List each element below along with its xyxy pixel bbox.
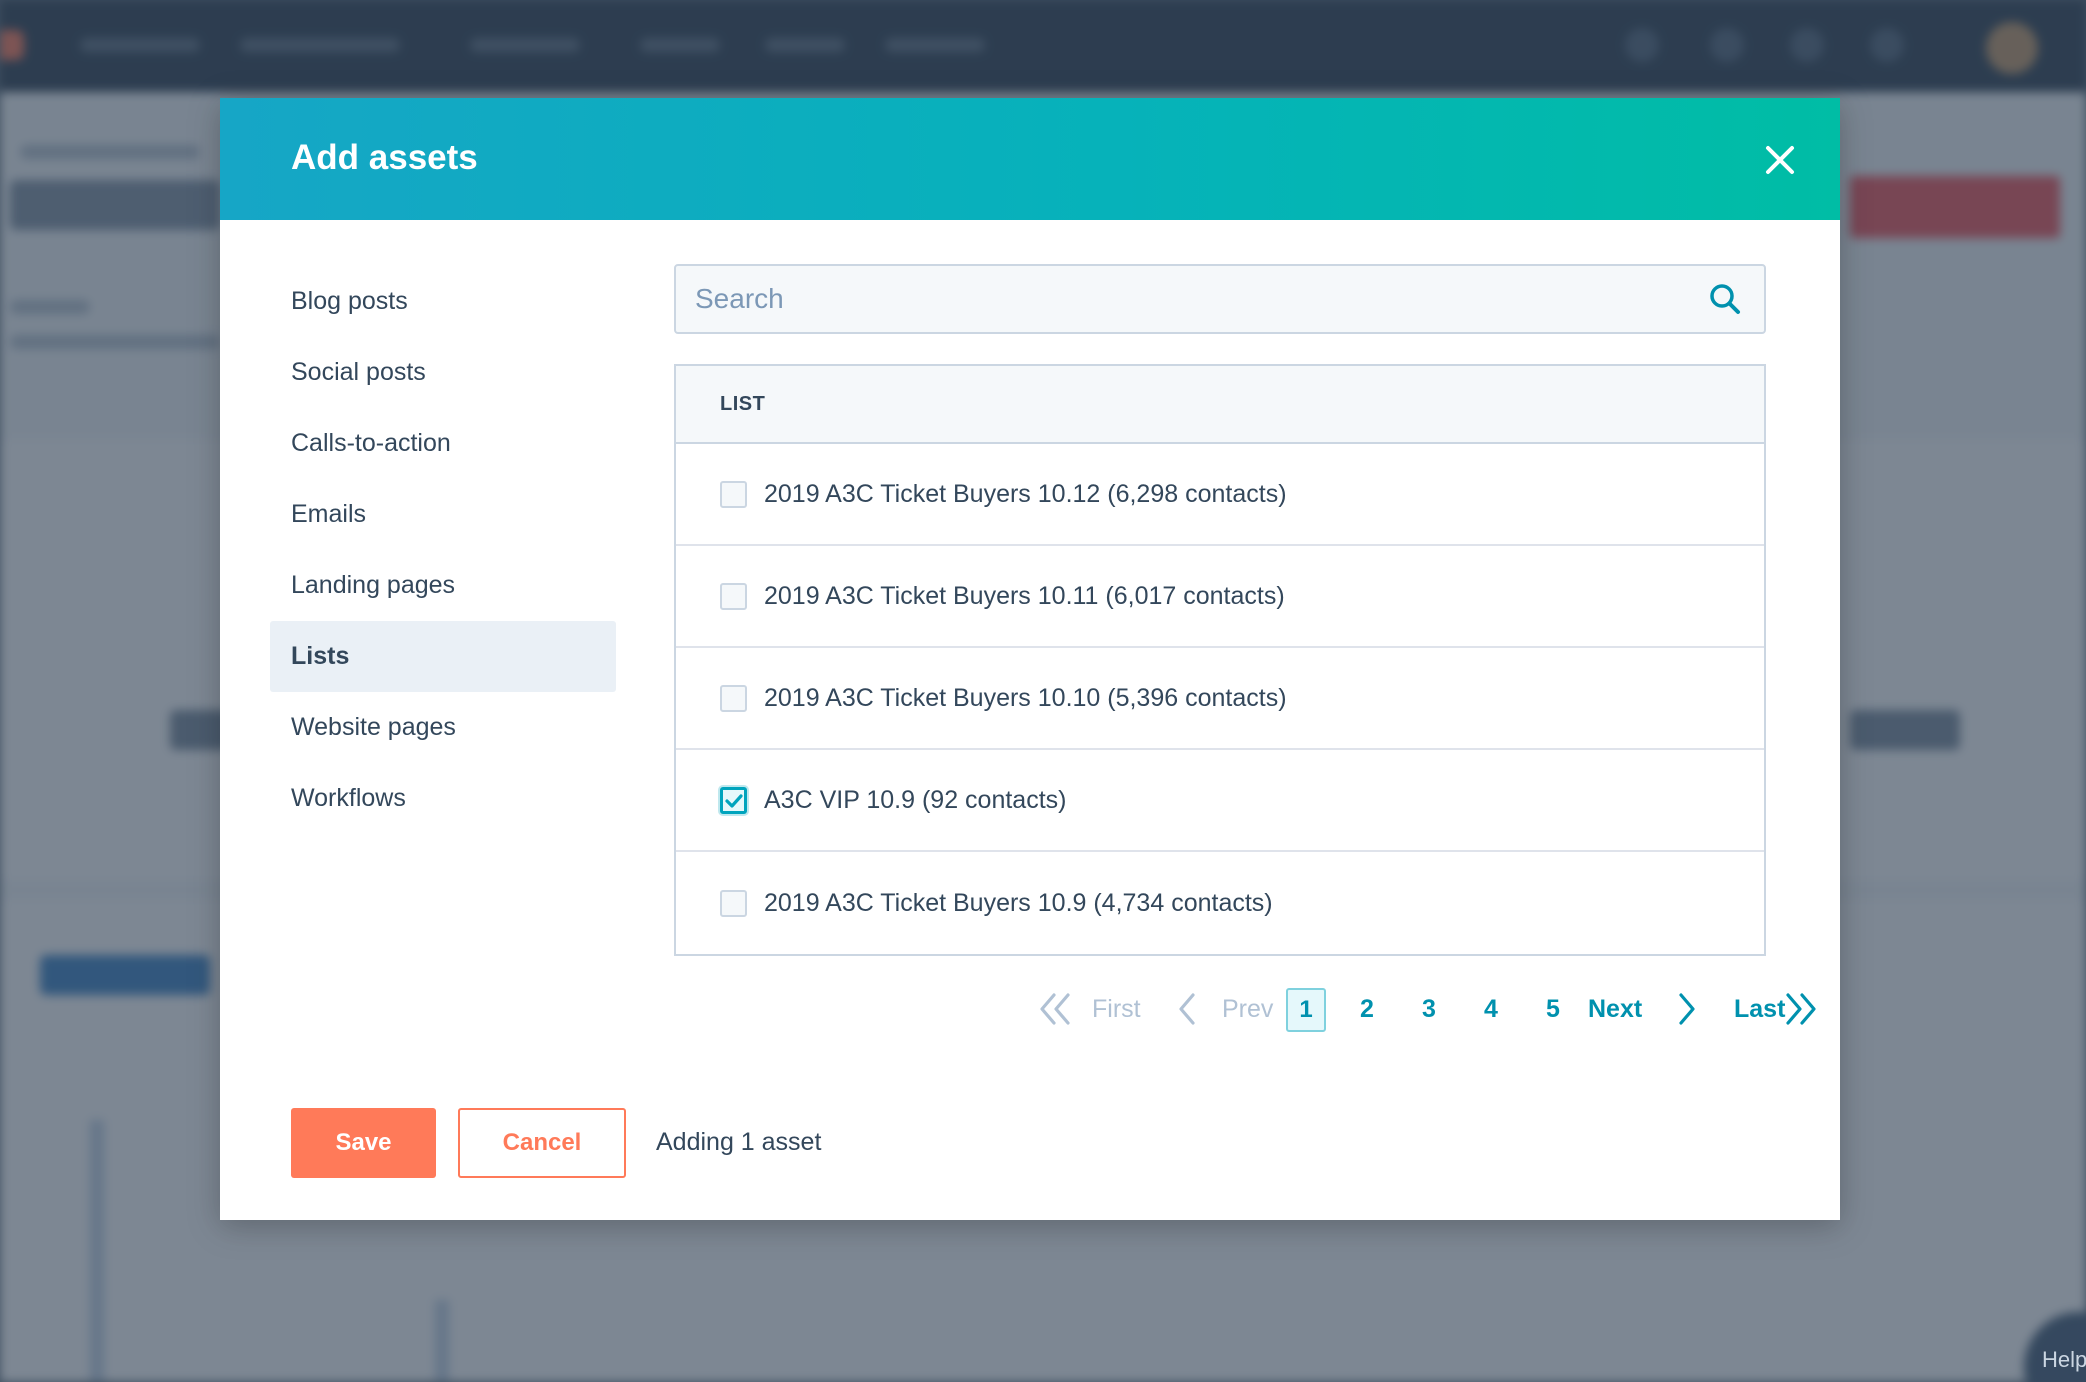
- pagination-page-3[interactable]: 3: [1414, 986, 1444, 1032]
- sidebar-item-label: Emails: [291, 500, 367, 528]
- sidebar-item-label: Landing pages: [291, 571, 456, 599]
- modal-header: Add assets: [220, 98, 1840, 220]
- search-icon[interactable]: [1708, 282, 1742, 316]
- row-checkbox[interactable]: [720, 582, 747, 610]
- pagination-page-4[interactable]: 4: [1476, 986, 1506, 1032]
- add-assets-modal: Add assets Blog posts Social posts Calls…: [220, 98, 1840, 1220]
- sidebar-item-social-posts[interactable]: Social posts: [270, 337, 616, 408]
- sidebar-item-blog-posts[interactable]: Blog posts: [270, 266, 616, 337]
- table-row[interactable]: 2019 A3C Ticket Buyers 10.9 (4,734 conta…: [676, 852, 1764, 954]
- row-label: A3C VIP 10.9 (92 contacts): [764, 785, 1067, 814]
- chevron-right-icon[interactable]: [1675, 992, 1699, 1026]
- row-label: 2019 A3C Ticket Buyers 10.11 (6,017 cont…: [764, 581, 1285, 610]
- row-label: 2019 A3C Ticket Buyers 10.10 (5,396 cont…: [764, 683, 1287, 712]
- row-checkbox[interactable]: [720, 889, 747, 917]
- sidebar-item-label: Calls-to-action: [291, 429, 451, 457]
- sidebar-item-workflows[interactable]: Workflows: [270, 763, 616, 834]
- table-row[interactable]: 2019 A3C Ticket Buyers 10.12 (6,298 cont…: [676, 444, 1764, 546]
- pagination-first[interactable]: First: [1092, 986, 1141, 1032]
- list-table: LIST 2019 A3C Ticket Buyers 10.12 (6,298…: [674, 364, 1766, 956]
- row-checkbox-checked[interactable]: [720, 786, 747, 814]
- pagination: First Prev 1 2 3 4 5 Next Last: [820, 986, 1820, 1032]
- sidebar-item-emails[interactable]: Emails: [270, 479, 616, 550]
- column-header-list: LIST: [720, 392, 766, 415]
- pagination-page-2[interactable]: 2: [1352, 986, 1382, 1032]
- sidebar-item-website-pages[interactable]: Website pages: [270, 692, 616, 763]
- search-box: [674, 264, 1766, 334]
- table-header: LIST: [676, 366, 1764, 444]
- table-row[interactable]: 2019 A3C Ticket Buyers 10.11 (6,017 cont…: [676, 546, 1764, 648]
- row-checkbox[interactable]: [720, 684, 747, 712]
- row-label: 2019 A3C Ticket Buyers 10.12 (6,298 cont…: [764, 479, 1287, 508]
- pagination-page-current[interactable]: 1: [1286, 988, 1326, 1032]
- table-row[interactable]: 2019 A3C Ticket Buyers 10.10 (5,396 cont…: [676, 648, 1764, 750]
- check-icon: [725, 793, 743, 808]
- sidebar-item-label: Blog posts: [291, 287, 408, 315]
- adding-status-text: Adding 1 asset: [656, 1128, 822, 1156]
- close-icon: [1766, 146, 1794, 174]
- save-button[interactable]: Save: [291, 1108, 436, 1178]
- pagination-next[interactable]: Next: [1588, 986, 1642, 1032]
- double-chevron-right-icon[interactable]: [1782, 992, 1818, 1026]
- search-input[interactable]: [676, 266, 1656, 332]
- sidebar-item-label: Website pages: [291, 713, 456, 741]
- sidebar-item-lists[interactable]: Lists: [270, 621, 616, 692]
- sidebar-item-landing-pages[interactable]: Landing pages: [270, 550, 616, 621]
- close-button[interactable]: [1760, 140, 1800, 180]
- help-label[interactable]: Help: [2042, 1347, 2086, 1373]
- row-checkbox[interactable]: [720, 480, 747, 508]
- sidebar-item-label: Workflows: [291, 784, 406, 812]
- double-chevron-left-icon: [1040, 993, 1070, 1025]
- cancel-button[interactable]: Cancel: [458, 1108, 626, 1178]
- pagination-page-5[interactable]: 5: [1538, 986, 1568, 1032]
- row-label: 2019 A3C Ticket Buyers 10.9 (4,734 conta…: [764, 888, 1273, 917]
- asset-type-sidebar: Blog posts Social posts Calls-to-action …: [270, 266, 616, 834]
- sidebar-item-label: Social posts: [291, 358, 426, 386]
- modal-title: Add assets: [291, 138, 478, 177]
- pagination-prev[interactable]: Prev: [1222, 986, 1273, 1032]
- sidebar-item-calls-to-action[interactable]: Calls-to-action: [270, 408, 616, 479]
- pagination-last[interactable]: Last: [1734, 986, 1785, 1032]
- table-row[interactable]: A3C VIP 10.9 (92 contacts): [676, 750, 1764, 852]
- sidebar-item-label: Lists: [291, 642, 350, 670]
- chevron-left-icon: [1179, 993, 1195, 1025]
